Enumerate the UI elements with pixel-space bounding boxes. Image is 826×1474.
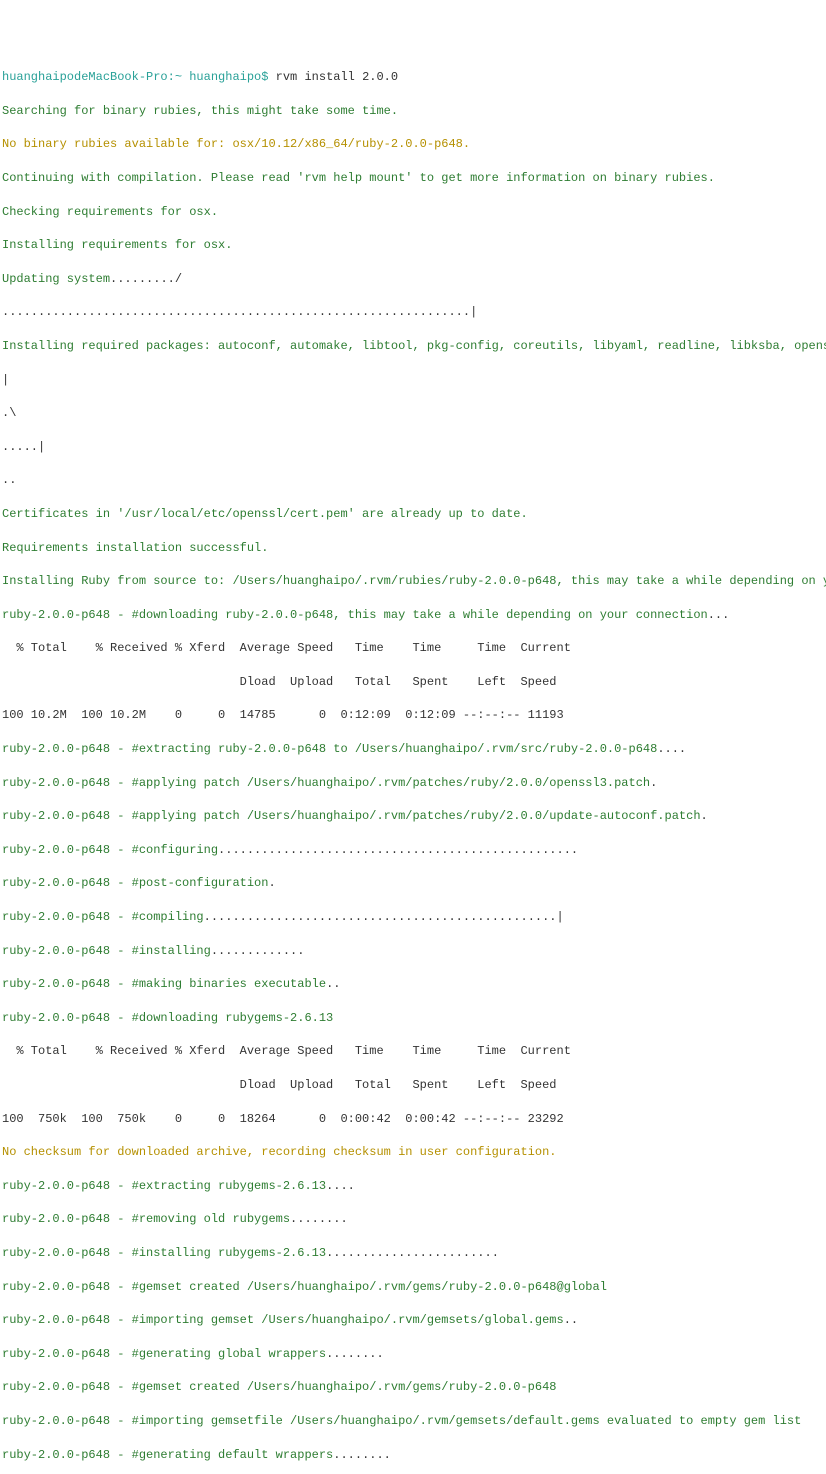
output-line: Installing requirements for osx. — [2, 237, 826, 254]
output-line: ruby-2.0.0-p648 - #importing gemset /Use… — [2, 1312, 826, 1329]
status-text: ruby-2.0.0-p648 - #applying patch /Users… — [2, 776, 650, 790]
progress-dots: ........................................… — [218, 843, 578, 857]
prompt-line: huanghaipodeMacBook-Pro:~ huanghaipo$ rv… — [2, 69, 826, 86]
curl-header: Dload Upload Total Spent Left Speed — [2, 1077, 826, 1094]
output-line: ruby-2.0.0-p648 - #gemset created /Users… — [2, 1379, 826, 1396]
curl-header: % Total % Received % Xferd Average Speed… — [2, 640, 826, 657]
output-line: .\ — [2, 405, 826, 422]
progress-dots: ........ — [326, 1347, 384, 1361]
output-line: .. — [2, 472, 826, 489]
status-text: ruby-2.0.0-p648 - #generating default wr… — [2, 1448, 333, 1462]
progress-dots: .... — [657, 742, 686, 756]
output-line: Certificates in '/usr/local/etc/openssl/… — [2, 506, 826, 523]
status-text: ruby-2.0.0-p648 - #configuring — [2, 843, 218, 857]
output-line: ruby-2.0.0-p648 - #extracting rubygems-2… — [2, 1178, 826, 1195]
output-line: ruby-2.0.0-p648 - #applying patch /Users… — [2, 775, 826, 792]
output-line: Updating system........./ — [2, 271, 826, 288]
output-line: Installing required packages: autoconf, … — [2, 338, 826, 355]
progress-dots: . — [268, 876, 275, 890]
output-line: ruby-2.0.0-p648 - #importing gemsetfile … — [2, 1413, 826, 1430]
progress-dots: .. — [564, 1313, 578, 1327]
output-line: ruby-2.0.0-p648 - #configuring..........… — [2, 842, 826, 859]
output-line: Searching for binary rubies, this might … — [2, 103, 826, 120]
curl-progress: 100 750k 100 750k 0 0 18264 0 0:00:42 0:… — [2, 1111, 826, 1128]
output-line: ruby-2.0.0-p648 - #downloading rubygems-… — [2, 1010, 826, 1027]
curl-progress: 100 10.2M 100 10.2M 0 0 14785 0 0:12:09 … — [2, 707, 826, 724]
output-line: ruby-2.0.0-p648 - #downloading ruby-2.0.… — [2, 607, 826, 624]
output-line: Installing Ruby from source to: /Users/h… — [2, 573, 826, 590]
status-text: ruby-2.0.0-p648 - #importing gemset /Use… — [2, 1313, 564, 1327]
progress-dots: ... — [708, 608, 730, 622]
status-text: ruby-2.0.0-p648 - #installing — [2, 944, 211, 958]
output-line: ruby-2.0.0-p648 - #extracting ruby-2.0.0… — [2, 741, 826, 758]
progress-dots: ......... — [110, 272, 175, 286]
output-line: No binary rubies available for: osx/10.1… — [2, 136, 826, 153]
progress-dots: ........................ — [326, 1246, 499, 1260]
output-line: Checking requirements for osx. — [2, 204, 826, 221]
output-line: ruby-2.0.0-p648 - #post-configuration. — [2, 875, 826, 892]
output-line: Continuing with compilation. Please read… — [2, 170, 826, 187]
progress-dots: ........................................… — [204, 910, 564, 924]
command-text: rvm install 2.0.0 — [268, 70, 398, 84]
progress-dots: . — [701, 809, 708, 823]
output-line: ruby-2.0.0-p648 - #making binaries execu… — [2, 976, 826, 993]
status-text: ruby-2.0.0-p648 - #extracting ruby-2.0.0… — [2, 742, 657, 756]
status-text: ruby-2.0.0-p648 - #extracting rubygems-2… — [2, 1179, 326, 1193]
status-text: ruby-2.0.0-p648 - #applying patch /Users… — [2, 809, 701, 823]
status-text: ruby-2.0.0-p648 - #making binaries execu… — [2, 977, 326, 991]
output-line: ruby-2.0.0-p648 - #gemset created /Users… — [2, 1279, 826, 1296]
status-text: ruby-2.0.0-p648 - #compiling — [2, 910, 204, 924]
output-line: ruby-2.0.0-p648 - #compiling............… — [2, 909, 826, 926]
output-line: ruby-2.0.0-p648 - #installing...........… — [2, 943, 826, 960]
curl-header: % Total % Received % Xferd Average Speed… — [2, 1043, 826, 1060]
output-line: ruby-2.0.0-p648 - #generating default wr… — [2, 1447, 826, 1464]
spinner: / — [175, 272, 182, 286]
output-line: ruby-2.0.0-p648 - #applying patch /Users… — [2, 808, 826, 825]
curl-header: Dload Upload Total Spent Left Speed — [2, 674, 826, 691]
status-text: ruby-2.0.0-p648 - #post-configuration — [2, 876, 268, 890]
progress-dots: ........................................… — [2, 304, 826, 321]
output-line: ruby-2.0.0-p648 - #removing old rubygems… — [2, 1211, 826, 1228]
progress-dots: ........ — [290, 1212, 348, 1226]
status-text: ruby-2.0.0-p648 - #installing rubygems-2… — [2, 1246, 326, 1260]
progress-dots: .... — [326, 1179, 355, 1193]
output-line: Requirements installation successful. — [2, 540, 826, 557]
progress-dots: .. — [326, 977, 340, 991]
status-text: ruby-2.0.0-p648 - #generating global wra… — [2, 1347, 326, 1361]
output-line: ruby-2.0.0-p648 - #generating global wra… — [2, 1346, 826, 1363]
shell-prompt: huanghaipodeMacBook-Pro:~ huanghaipo$ — [2, 70, 268, 84]
output-line: .....| — [2, 439, 826, 456]
output-line: ruby-2.0.0-p648 - #installing rubygems-2… — [2, 1245, 826, 1262]
output-line: No checksum for downloaded archive, reco… — [2, 1144, 826, 1161]
status-text: ruby-2.0.0-p648 - #removing old rubygems — [2, 1212, 290, 1226]
output-line: | — [2, 372, 826, 389]
status-text: Updating system — [2, 272, 110, 286]
progress-dots: ........ — [333, 1448, 391, 1462]
progress-dots: . — [650, 776, 657, 790]
progress-dots: ............. — [211, 944, 305, 958]
status-text: ruby-2.0.0-p648 - #downloading ruby-2.0.… — [2, 608, 708, 622]
